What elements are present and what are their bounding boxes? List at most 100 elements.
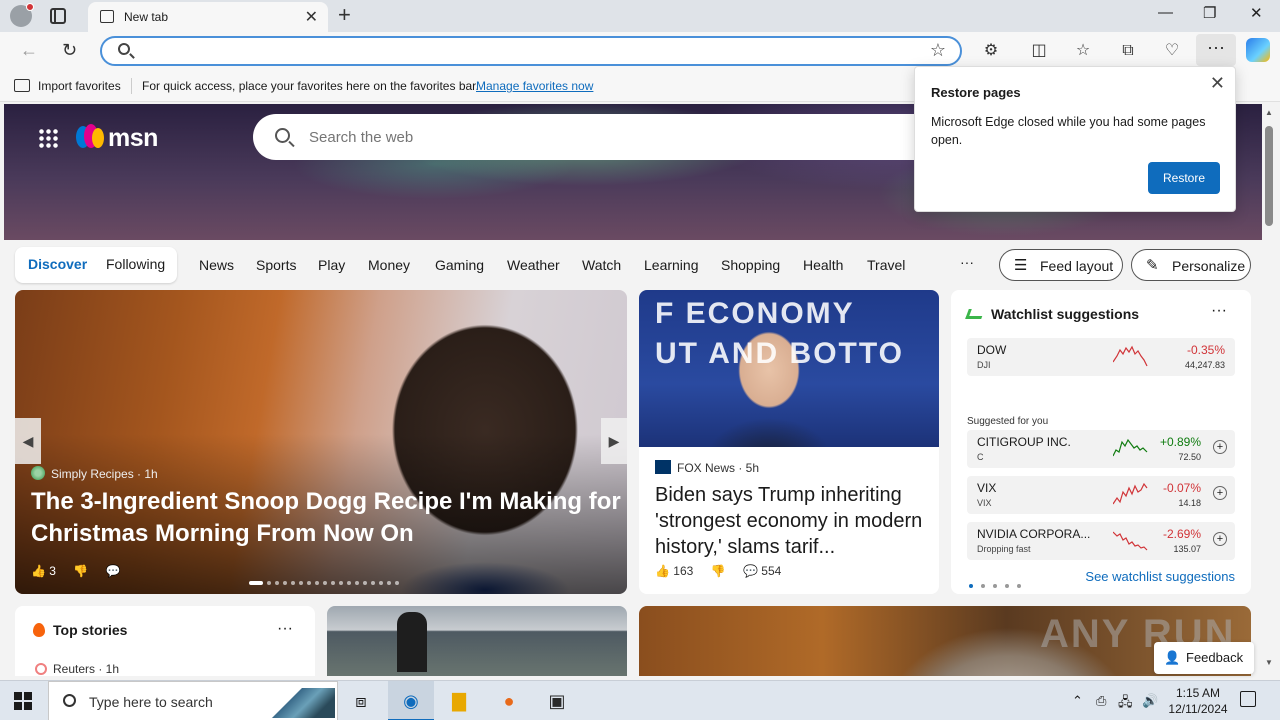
network-icon[interactable]: 🖧 [1118,693,1133,715]
close-tab-icon[interactable]: ✕ [305,7,318,27]
taskbar-search-box[interactable]: Type here to search [48,681,338,720]
scroll-up-icon[interactable]: ▲ [1265,108,1273,117]
nav-news[interactable]: News [199,257,234,273]
stock-row[interactable]: CITIGROUP INC. C +0.89% 72.50 + [967,430,1235,468]
msn-logo-text[interactable]: msn [108,124,158,153]
device-icon[interactable]: ⎙ [1096,693,1106,709]
carousel-next-icon[interactable]: ▶ [601,418,627,464]
notifications-icon[interactable] [1240,691,1256,707]
stock-symbol: DJI [977,360,991,370]
stock-row[interactable]: VIX VIX -0.07% 14.18 + [967,476,1235,514]
tab-actions-icon[interactable] [50,8,66,24]
stock-name: NVIDIA CORPORA... [977,527,1091,541]
personalize-button[interactable]: ✎ Personalize [1131,249,1251,281]
more-nav-icon[interactable]: ··· [960,254,974,270]
nav-weather[interactable]: Weather [507,257,560,273]
edge-icon[interactable]: ◉ [388,681,434,720]
volume-icon[interactable]: 🔊 [1142,693,1158,709]
more-options-icon[interactable]: ··· [277,620,293,638]
sports-story-card[interactable] [327,606,627,676]
nav-sports[interactable]: Sports [256,257,296,273]
copilot-icon[interactable] [1246,38,1270,62]
feedback-button[interactable]: 👤 Feedback [1154,642,1254,674]
browser-tab[interactable]: New tab ✕ [88,2,328,32]
browser-essentials-icon[interactable]: ♡ [1161,40,1183,62]
stock-name: CITIGROUP INC. [977,435,1071,449]
show-hidden-icons-icon[interactable]: ⌃ [1072,693,1083,709]
feed-layout-button[interactable]: ☰ Feed layout [999,249,1123,281]
carousel-prev-icon[interactable]: ◀ [15,418,41,464]
favorites-bar-message: For quick access, place your favorites h… [142,79,479,93]
comment-icon[interactable]: 💬 [106,564,121,578]
watchlist-card: Watchlist suggestions ··· DOW DJI -0.35%… [951,290,1251,594]
restore-button[interactable]: Restore [1148,162,1220,194]
collections-icon[interactable]: ⧉ [1117,40,1139,62]
dislike-icon[interactable]: 👎 [711,564,726,578]
more-options-icon[interactable]: ··· [1211,302,1227,320]
windows-start-icon[interactable] [14,692,32,710]
stock-row[interactable]: NVIDIA CORPORA... Dropping fast -2.69% 1… [967,522,1235,560]
nav-travel[interactable]: Travel [867,257,905,273]
extensions-icon[interactable]: ⚙ [980,40,1002,62]
nav-money[interactable]: Money [368,257,410,273]
import-favorites-icon[interactable] [14,79,30,92]
like-icon[interactable]: 👍 [31,564,46,578]
nav-play[interactable]: Play [318,257,345,273]
top-stories-card: Top stories ··· Reuters · 1h [15,606,315,676]
favorites-icon[interactable]: ☆ [1072,40,1094,62]
favorite-star-icon[interactable]: ☆ [930,40,946,61]
new-tab-button[interactable]: + [338,2,351,28]
sparkline [1113,438,1148,457]
minimize-icon[interactable]: — [1158,4,1173,21]
profile-avatar-icon[interactable] [10,3,34,27]
notification-dot [26,3,34,11]
restore-window-icon[interactable]: ❐ [1203,4,1216,22]
web-search-input[interactable] [309,127,909,147]
system-clock[interactable]: 1:15 AM 12/11/2024 [1166,685,1230,717]
app-launcher-icon[interactable] [38,128,58,148]
story-source: Simply Recipes · 1h [31,466,158,481]
task-view-icon[interactable]: ⧈ [338,681,384,720]
carousel-indicator [249,573,403,588]
nav-gaming[interactable]: Gaming [435,257,484,273]
see-watchlist-link[interactable]: See watchlist suggestions [1085,569,1235,584]
story-title[interactable]: The 3-Ingredient Snoop Dogg Recipe I'm M… [31,486,621,550]
nav-watch[interactable]: Watch [582,257,621,273]
file-explorer-icon[interactable]: ▇ [436,681,482,720]
back-arrow-icon[interactable]: ← [20,40,38,61]
scroll-down-icon[interactable]: ▼ [1265,658,1273,667]
add-to-watchlist-icon[interactable]: + [1213,486,1227,500]
address-input[interactable] [142,41,922,61]
dislike-icon[interactable]: 👎 [73,564,88,578]
add-to-watchlist-icon[interactable]: + [1213,440,1227,454]
like-icon[interactable]: 👍 [655,564,670,578]
tab-discover[interactable]: Discover [28,256,87,272]
nav-learning[interactable]: Learning [644,257,699,273]
manage-favorites-link[interactable]: Manage favorites now [476,79,593,93]
nav-shopping[interactable]: Shopping [721,257,780,273]
restore-pages-dialog: Restore pages ✕ Microsoft Edge closed wh… [914,66,1236,212]
settings-more-button[interactable]: ··· [1196,34,1236,66]
taskbar-search-placeholder: Type here to search [89,694,213,710]
refresh-icon[interactable]: ↻ [62,40,77,61]
close-window-icon[interactable]: ✕ [1250,4,1263,22]
add-to-watchlist-icon[interactable]: + [1213,532,1227,546]
stock-change: +0.89% [1159,435,1201,449]
stock-row[interactable]: DOW DJI -0.35% 44,247.83 [967,338,1235,376]
page-scrollbar[interactable]: ▲ ▼ [1262,104,1280,676]
import-favorites-button[interactable]: Import favorites [38,79,121,93]
tab-title: New tab [124,10,169,24]
split-screen-icon[interactable]: ◫ [1028,40,1050,62]
firefox-icon[interactable]: ● [486,681,532,720]
news-story-card[interactable]: F ECONOMY UT AND BOTTO FOX News · 5h Bid… [639,290,939,594]
msn-logo-icon[interactable] [76,122,106,152]
tab-following[interactable]: Following [106,256,165,272]
scroll-thumb[interactable] [1265,126,1273,226]
address-bar[interactable]: ☆ [100,36,962,66]
story-title[interactable]: Biden says Trump inheriting 'strongest e… [655,482,929,560]
comment-icon[interactable]: 💬 [743,564,758,578]
lead-story-card[interactable]: ◀ ▶ Simply Recipes · 1h The 3-Ingredient… [15,290,627,594]
nav-health[interactable]: Health [803,257,843,273]
close-dialog-icon[interactable]: ✕ [1210,73,1225,94]
terminal-app-icon[interactable]: ▣ [534,681,580,720]
